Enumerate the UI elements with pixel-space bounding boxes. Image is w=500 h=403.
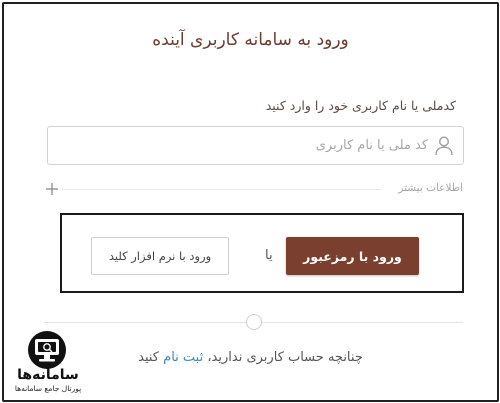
plus-icon[interactable] [44, 181, 60, 197]
or-separator: یا [265, 248, 273, 263]
monitor-logo-icon [28, 331, 66, 369]
key-software-login-button[interactable]: ورود با نرم افزار کلید [91, 237, 229, 275]
username-input[interactable] [58, 127, 428, 164]
page-title: ورود به سامانه کاربری آینده [152, 30, 349, 50]
more-info-divider [62, 189, 381, 190]
login-options-box: ورود با رمزعبور یا ورود با نرم افزار کلی… [60, 213, 464, 293]
username-field [47, 126, 464, 165]
more-info-label: اطلاعات بیشتر [398, 182, 463, 194]
watermark-logo: سامانه‌ها پورتال جامع سامانه‌ها [6, 330, 90, 394]
user-icon [435, 136, 453, 156]
password-login-button[interactable]: ورود با رمزعبور [286, 237, 419, 275]
signup-link[interactable]: ثبت نام [163, 350, 203, 365]
signup-prefix: چنانچه حساب کاربری ندارید، [207, 350, 363, 365]
username-field-label: کدملی یا نام کاربری خود را وارد کنید [265, 98, 456, 113]
watermark-tagline: پورتال جامع سامانه‌ها [14, 384, 82, 393]
divider-circle-icon [246, 314, 262, 330]
watermark-name: سامانه‌ها [17, 367, 79, 383]
signup-suffix: کنید [138, 350, 159, 365]
more-info-toggle[interactable]: اطلاعات بیشتر [44, 181, 463, 197]
